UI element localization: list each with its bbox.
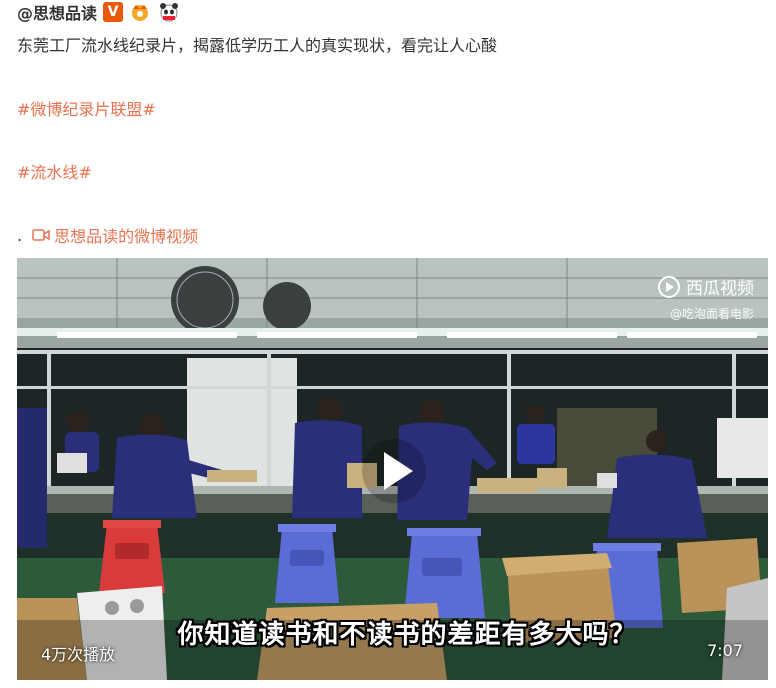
panda-badge-icon[interactable] bbox=[157, 2, 181, 22]
video-link-row: . 思想品读的微博视频 bbox=[17, 223, 198, 247]
post-header: @思想品读 V bbox=[17, 0, 181, 24]
video-subtitle: 你知道读书和不读书的差距有多大吗？ bbox=[177, 620, 637, 650]
username[interactable]: @思想品读 bbox=[17, 0, 97, 24]
video-link-icon bbox=[32, 229, 50, 241]
crown-badge-icon[interactable] bbox=[129, 2, 151, 22]
video-player[interactable]: 西瓜视频 @吃泡面看电影 你知道读书和不读书的差距有多大吗？ 4万次播放 7:0… bbox=[17, 258, 768, 680]
video-link[interactable]: 思想品读的微博视频 bbox=[32, 223, 198, 247]
xigua-logo-icon bbox=[658, 275, 680, 298]
watermark: 西瓜视频 @吃泡面看电影 bbox=[658, 274, 754, 322]
play-icon[interactable] bbox=[361, 438, 427, 504]
post-description: 东莞工厂流水线纪录片，揭露低学历工人的真实现状，看完让人心酸 bbox=[17, 36, 498, 55]
watermark-brand: 西瓜视频 bbox=[686, 279, 754, 299]
verified-v-icon[interactable]: V bbox=[103, 2, 124, 22]
hashtag-assembly-line[interactable]: #流水线# bbox=[17, 159, 92, 183]
watermark-sub: @吃泡面看电影 bbox=[669, 307, 754, 321]
video-duration: 7:07 bbox=[707, 641, 743, 660]
video-link-label: 思想品读的微博视频 bbox=[54, 227, 199, 246]
play-count: 4万次播放 bbox=[41, 645, 116, 664]
dot-text: . bbox=[17, 225, 23, 245]
hashtag-documentary-alliance[interactable]: #微博纪录片联盟# bbox=[17, 96, 156, 120]
